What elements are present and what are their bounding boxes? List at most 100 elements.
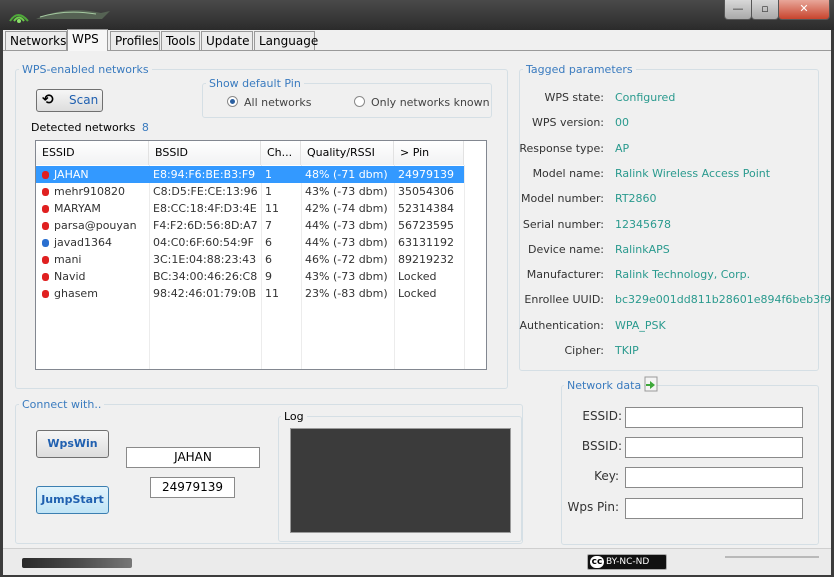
signal-led-icon <box>42 239 49 247</box>
essid-cell: MARYAM <box>36 200 149 217</box>
nd-wps-pin-label: Wps Pin: <box>567 500 619 514</box>
cc-icon: cc <box>590 556 604 568</box>
column-header-bssid[interactable]: BSSID <box>149 141 261 165</box>
table-row[interactable]: mehr910820 C8:D5:FE:CE:13:96 1 43% (-73 dbm… <box>36 183 486 200</box>
pin-cell: 35054306 <box>398 185 454 198</box>
tagged-parameters-title: Tagged parameters <box>523 63 636 76</box>
only-known-label: Only networks known <box>371 96 490 109</box>
pin-cell: Locked <box>398 287 437 300</box>
signal-led-icon <box>42 171 49 179</box>
nd-key-label: Key: <box>594 469 619 483</box>
log-output[interactable] <box>290 428 511 533</box>
signal-led-icon <box>42 205 49 213</box>
tab-networks[interactable]: Networks <box>5 31 67 50</box>
tagged-param-value: AP <box>615 141 630 155</box>
essid-text: Navid <box>54 270 86 283</box>
tagged-param-value: 00 <box>615 116 629 130</box>
redacted-region <box>22 558 132 568</box>
wps-networks-title: WPS-enabled networks <box>19 63 152 76</box>
quality-cell: 43% (-73 dbm) <box>305 270 388 283</box>
connect-pin-field[interactable]: 24979139 <box>150 477 235 498</box>
bssid-cell: 3C:1E:04:88:23:43 <box>153 253 257 266</box>
quality-cell: 48% (-71 dbm) <box>301 166 394 183</box>
tagged-param-label: Serial number: <box>522 217 604 231</box>
scan-button[interactable]: ⟲ Scan <box>36 89 103 112</box>
tagged-param-value: Configured <box>615 91 676 104</box>
nd-bssid-input[interactable] <box>625 437 803 458</box>
resize-grip[interactable] <box>725 556 819 558</box>
essid-text: javad1364 <box>54 236 113 249</box>
table-row[interactable]: JAHAN E8:94:F6:BE:B3:F9 1 48% (-71 dbm) 2497… <box>36 166 486 183</box>
essid-text: MARYAM <box>54 202 101 215</box>
connect-with-title: Connect with.. <box>19 398 105 411</box>
tagged-param-label: Model number: <box>521 192 604 206</box>
export-icon[interactable] <box>643 375 661 393</box>
column-header-quality[interactable]: Quality/RSSI <box>301 141 394 165</box>
channel-cell: 1 <box>265 185 272 198</box>
bssid-cell: BC:34:00:46:26:C8 <box>153 270 258 283</box>
maximize-button[interactable]: ▫ <box>751 0 779 20</box>
nd-key-input[interactable] <box>625 467 803 488</box>
jumpstart-button[interactable]: JumpStart <box>36 486 109 514</box>
tab-language[interactable]: Language <box>254 31 318 50</box>
channel-cell: 1 <box>261 166 301 183</box>
close-button[interactable]: ✕ <box>778 0 830 20</box>
pin-cell: 63131192 <box>398 236 454 249</box>
table-row[interactable]: ghasem 98:42:46:01:79:0B 11 23% (-83 dbm) Lo… <box>36 285 486 302</box>
tagged-param-value: TKIP <box>615 344 639 357</box>
log-title: Log <box>281 410 307 423</box>
tagged-param-value: WPA_PSK <box>615 318 666 332</box>
quality-cell: 44% (-73 dbm) <box>305 236 388 249</box>
table-row[interactable]: parsa@pouyan F4:F2:6D:56:8D:A7 7 44% (-73 d… <box>36 217 486 234</box>
license-text: BY-NC-ND <box>606 557 650 567</box>
connect-essid-field[interactable]: JAHAN <box>126 447 260 468</box>
networks-table[interactable]: ESSID BSSID Ch... Quality/RSSI > Pin JAH… <box>35 140 487 370</box>
default-pin-title: Show default Pin <box>206 77 304 90</box>
radio-only-known[interactable] <box>354 96 365 107</box>
network-data-title: Network data <box>564 379 645 392</box>
table-row[interactable]: javad1364 04:C0:6F:60:54:9F 6 44% (-73 dbm)… <box>36 234 486 251</box>
quality-cell: 43% (-73 dbm) <box>305 185 388 198</box>
channel-cell: 9 <box>265 270 272 283</box>
minimize-button[interactable]: — <box>724 0 752 20</box>
signal-led-icon <box>42 188 49 196</box>
table-row[interactable]: mani 3C:1E:04:88:23:43 6 46% (-72 dbm) 89219… <box>36 251 486 268</box>
bssid-cell: 04:C0:6F:60:54:9F <box>153 236 254 249</box>
column-header-channel[interactable]: Ch... <box>261 141 301 165</box>
tagged-param-label: Authentication: <box>519 318 604 332</box>
column-header-essid[interactable]: ESSID <box>36 141 149 165</box>
quality-cell: 44% (-73 dbm) <box>305 219 388 232</box>
signal-led-icon <box>42 256 49 264</box>
channel-cell: 6 <box>265 253 272 266</box>
quality-cell: 46% (-72 dbm) <box>305 253 388 266</box>
tagged-param-value: Ralink Wireless Access Point <box>615 166 771 180</box>
tab-profiles[interactable]: Profiles <box>110 31 160 50</box>
essid-text: mani <box>54 253 82 266</box>
column-header-pin[interactable]: > Pin <box>394 141 464 165</box>
table-row[interactable]: MARYAM E8:CC:18:4F:D3:4E 11 42% (-74 dbm) 52… <box>36 200 486 217</box>
tagged-param-value: RalinkAPS <box>615 242 670 256</box>
bssid-cell: E8:94:F6:BE:B3:F9 <box>149 166 261 183</box>
channel-cell: 6 <box>265 236 272 249</box>
pin-cell: 89219232 <box>398 253 454 266</box>
essid-cell: javad1364 <box>36 234 149 251</box>
nd-wps-pin-input[interactable] <box>625 498 803 519</box>
bssid-cell: E8:CC:18:4F:D3:4E <box>153 202 257 215</box>
detected-label-text: Detected networks <box>31 121 136 134</box>
nd-essid-input[interactable] <box>625 407 803 428</box>
tagged-param-value: Ralink Technology, Corp. <box>615 268 751 282</box>
radio-all-networks[interactable] <box>227 96 238 107</box>
tab-tools[interactable]: Tools <box>161 31 200 50</box>
tab-update[interactable]: Update <box>201 31 253 50</box>
table-row[interactable]: Navid BC:34:00:46:26:C8 9 43% (-73 dbm) Lock… <box>36 268 486 285</box>
scan-label: Scan <box>69 93 99 107</box>
tagged-param-value: 12345678 <box>615 217 671 231</box>
bssid-cell: C8:D5:FE:CE:13:96 <box>153 185 258 198</box>
nd-essid-label: ESSID: <box>582 409 622 423</box>
detected-count: 8 <box>141 121 149 134</box>
tagged-param-label: Enrollee UUID: <box>524 293 604 307</box>
detected-networks-label: Detected networks 8 <box>31 121 149 134</box>
signal-led-icon <box>42 273 49 281</box>
wpswin-button[interactable]: WpsWin <box>36 430 109 458</box>
tab-wps[interactable]: WPS <box>67 29 108 51</box>
